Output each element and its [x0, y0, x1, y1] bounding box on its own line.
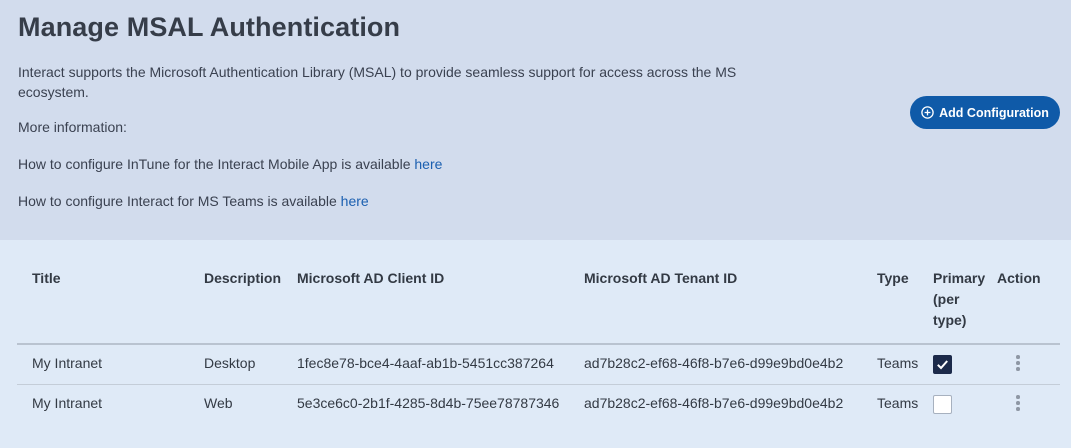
intro-text: Interact supports the Microsoft Authenti…	[18, 64, 737, 100]
add-configuration-button[interactable]: Add Configuration	[910, 96, 1060, 129]
page-title: Manage MSAL Authentication	[18, 12, 401, 42]
column-header-primary-line3: type)	[933, 312, 967, 328]
row-type: Teams	[877, 355, 919, 371]
primary-checkbox[interactable]	[933, 395, 952, 414]
intune-here-link[interactable]: here	[414, 156, 442, 172]
page-header: Manage MSAL Authentication Interact supp…	[0, 0, 1071, 240]
table-row-divider	[17, 384, 1060, 385]
row-title: My Intranet	[32, 355, 103, 371]
intune-info-line: How to configure InTune for the Interact…	[18, 156, 442, 172]
row-client-id: 1fec8e78-bce4-4aaf-ab1b-5451cc387264	[297, 355, 554, 371]
column-header-primary: Primary (per type)	[933, 268, 985, 331]
teams-info-line: How to configure Interact for MS Teams i…	[18, 193, 369, 209]
primary-checkbox[interactable]	[933, 355, 952, 374]
column-header-client-id: Microsoft AD Client ID	[297, 270, 445, 286]
column-header-tenant-id: Microsoft AD Tenant ID	[584, 270, 738, 286]
table-header-divider	[17, 343, 1060, 345]
more-vertical-icon[interactable]	[1012, 393, 1024, 413]
row-description: Desktop	[204, 355, 256, 371]
column-header-primary-line2: (per	[933, 291, 960, 307]
plus-circle-icon	[921, 106, 934, 119]
row-type: Teams	[877, 395, 919, 411]
row-description: Web	[204, 395, 233, 411]
intune-info-text: How to configure InTune for the Interact…	[18, 156, 415, 172]
column-header-primary-line1: Primary	[933, 270, 986, 286]
row-client-id: 5e3ce6c0-2b1f-4285-8d4b-75ee78787346	[297, 395, 560, 411]
teams-here-link[interactable]: here	[341, 193, 369, 209]
column-header-description: Description	[204, 270, 282, 286]
row-title: My Intranet	[32, 395, 103, 411]
column-header-action: Action	[997, 270, 1041, 286]
row-tenant-id: ad7b28c2-ef68-46f8-b7e6-d99e9bd0e4b2	[584, 395, 844, 411]
more-vertical-icon[interactable]	[1012, 353, 1024, 373]
column-header-type: Type	[877, 270, 909, 286]
add-configuration-label: Add Configuration	[939, 105, 1049, 120]
column-header-title: Title	[32, 270, 61, 286]
more-info-label: More information:	[18, 119, 127, 135]
row-tenant-id: ad7b28c2-ef68-46f8-b7e6-d99e9bd0e4b2	[584, 355, 844, 371]
checkmark-icon	[937, 360, 948, 370]
teams-info-text: How to configure Interact for MS Teams i…	[18, 193, 341, 209]
